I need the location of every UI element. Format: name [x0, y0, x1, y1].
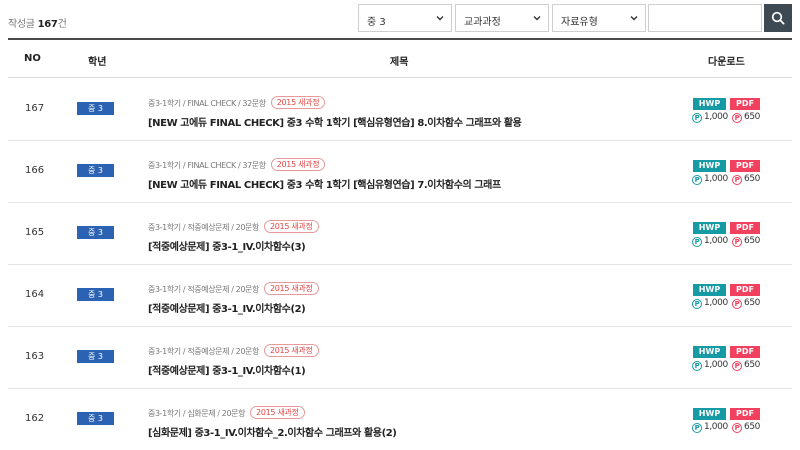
table-row[interactable]: 162 중 3 중3-1학기 / 심화문제 / 20문항 2015 새과정 [심화문제]…	[8, 389, 792, 450]
curriculum-select[interactable]: 교과과정	[455, 4, 549, 32]
pdf-download-button[interactable]: PDF	[730, 222, 760, 234]
chevron-down-icon	[630, 16, 638, 21]
curriculum-tag: 2015 새과정	[263, 282, 319, 295]
point-icon: P	[732, 175, 742, 185]
point-icon: P	[732, 299, 742, 309]
hwp-price: P 1,000	[692, 360, 728, 371]
row-title-link[interactable]: [적중예상문제] 중3-1_IV.이차함수(2)	[148, 300, 306, 315]
row-title-link[interactable]: [적중예상문제] 중3-1_IV.이차함수(1)	[148, 362, 306, 377]
point-icon: P	[692, 113, 702, 123]
point-icon: P	[692, 361, 702, 371]
toolbar: 작성글 167건 중 3 교과과정 자료유형	[0, 0, 800, 38]
pdf-price: P 650	[732, 112, 760, 123]
curriculum-tag: 2015 새과정	[263, 220, 319, 233]
curriculum-tag: 2015 새과정	[270, 96, 326, 109]
curriculum-tag: 2015 새과정	[263, 344, 319, 357]
row-meta: 중3-1학기 / 심화문제 / 20문항 2015 새과정	[148, 406, 305, 419]
pdf-price: P 650	[732, 298, 760, 309]
hwp-price: P 1,000	[692, 236, 728, 247]
row-number: 164	[25, 289, 45, 300]
table-row[interactable]: 166 중 3 중3-1학기 / FINAL CHECK / 37문항 2015 새과…	[8, 141, 792, 203]
row-meta: 중3-1학기 / FINAL CHECK / 37문항 2015 새과정	[148, 158, 326, 171]
point-icon: P	[692, 299, 702, 309]
row-meta: 중3-1학기 / FINAL CHECK / 32문항 2015 새과정	[148, 96, 326, 109]
pdf-price: P 650	[732, 236, 760, 247]
row-number: 162	[25, 413, 45, 424]
row-meta: 중3-1학기 / 적중예상문제 / 20문항 2015 새과정	[148, 344, 319, 357]
table-row[interactable]: 163 중 3 중3-1학기 / 적중예상문제 / 20문항 2015 새과정 [적중예…	[8, 327, 792, 389]
point-icon: P	[732, 361, 742, 371]
table-row[interactable]: 164 중 3 중3-1학기 / 적중예상문제 / 20문항 2015 새과정 [적중예…	[8, 265, 792, 327]
grade-badge: 중 3	[77, 164, 114, 177]
row-number: 167	[25, 103, 45, 114]
pdf-download-button[interactable]: PDF	[730, 160, 760, 172]
pdf-price: P 650	[732, 174, 760, 185]
post-count-number: 167	[37, 19, 58, 30]
row-number: 165	[25, 227, 45, 238]
hwp-download-button[interactable]: HWP	[693, 346, 726, 358]
row-meta: 중3-1학기 / 적중예상문제 / 20문항 2015 새과정	[148, 282, 319, 295]
grade-badge: 중 3	[77, 412, 114, 425]
pdf-price: P 650	[732, 360, 760, 371]
pdf-download-button[interactable]: PDF	[730, 346, 760, 358]
point-icon: P	[732, 113, 742, 123]
row-title-link[interactable]: [NEW 고에듀 FINAL CHECK] 중3 수학 1학기 [핵심유형연습]…	[148, 176, 501, 191]
col-no: NO	[24, 53, 41, 64]
col-title: 제목	[390, 57, 409, 68]
grade-select-value: 중 3	[367, 17, 386, 28]
search-input[interactable]	[648, 4, 762, 32]
hwp-download-button[interactable]: HWP	[693, 98, 726, 110]
hwp-download-button[interactable]: HWP	[693, 284, 726, 296]
point-icon: P	[692, 175, 702, 185]
pdf-download-button[interactable]: PDF	[730, 408, 760, 420]
chevron-down-icon	[533, 16, 541, 21]
post-count: 작성글 167건	[8, 19, 67, 30]
row-title-link[interactable]: [적중예상문제] 중3-1_IV.이차함수(3)	[148, 238, 306, 253]
row-meta: 중3-1학기 / 적중예상문제 / 20문항 2015 새과정	[148, 220, 319, 233]
grade-select[interactable]: 중 3	[358, 4, 452, 32]
hwp-price: P 1,000	[692, 422, 728, 433]
type-select-value: 자료유형	[561, 17, 598, 28]
hwp-download-button[interactable]: HWP	[693, 160, 726, 172]
chevron-down-icon	[436, 16, 444, 21]
grade-badge: 중 3	[77, 288, 114, 301]
search-icon	[771, 11, 785, 25]
hwp-price: P 1,000	[692, 112, 728, 123]
grade-badge: 중 3	[77, 102, 114, 115]
pdf-download-button[interactable]: PDF	[730, 284, 760, 296]
hwp-download-button[interactable]: HWP	[693, 222, 726, 234]
search-button[interactable]	[764, 4, 792, 32]
grade-badge: 중 3	[77, 226, 114, 239]
row-number: 163	[25, 351, 45, 362]
pdf-download-button[interactable]: PDF	[730, 98, 760, 110]
hwp-download-button[interactable]: HWP	[693, 408, 726, 420]
curriculum-select-value: 교과과정	[464, 17, 501, 28]
point-icon: P	[732, 423, 742, 433]
curriculum-tag: 2015 새과정	[270, 158, 326, 171]
hwp-price: P 1,000	[692, 174, 728, 185]
pdf-price: P 650	[732, 422, 760, 433]
table-row[interactable]: 167 중 3 중3-1학기 / FINAL CHECK / 32문항 2015 새과…	[8, 79, 792, 141]
point-icon: P	[692, 423, 702, 433]
table-header: NO 학년 제목 다운로드	[8, 38, 792, 78]
col-download: 다운로드	[708, 57, 745, 68]
grade-badge: 중 3	[77, 350, 114, 363]
row-title-link[interactable]: [심화문제] 중3-1_IV.이차함수_2.이차함수 그래프와 활용(2)	[148, 424, 397, 439]
point-icon: P	[732, 237, 742, 247]
type-select[interactable]: 자료유형	[552, 4, 646, 32]
hwp-price: P 1,000	[692, 298, 728, 309]
col-grade: 학년	[88, 57, 107, 68]
curriculum-tag: 2015 새과정	[250, 406, 305, 419]
point-icon: P	[692, 237, 702, 247]
table-row[interactable]: 165 중 3 중3-1학기 / 적중예상문제 / 20문항 2015 새과정 [적중예…	[8, 203, 792, 265]
row-title-link[interactable]: [NEW 고에듀 FINAL CHECK] 중3 수학 1학기 [핵심유형연습]…	[148, 114, 522, 129]
row-number: 166	[25, 165, 45, 176]
